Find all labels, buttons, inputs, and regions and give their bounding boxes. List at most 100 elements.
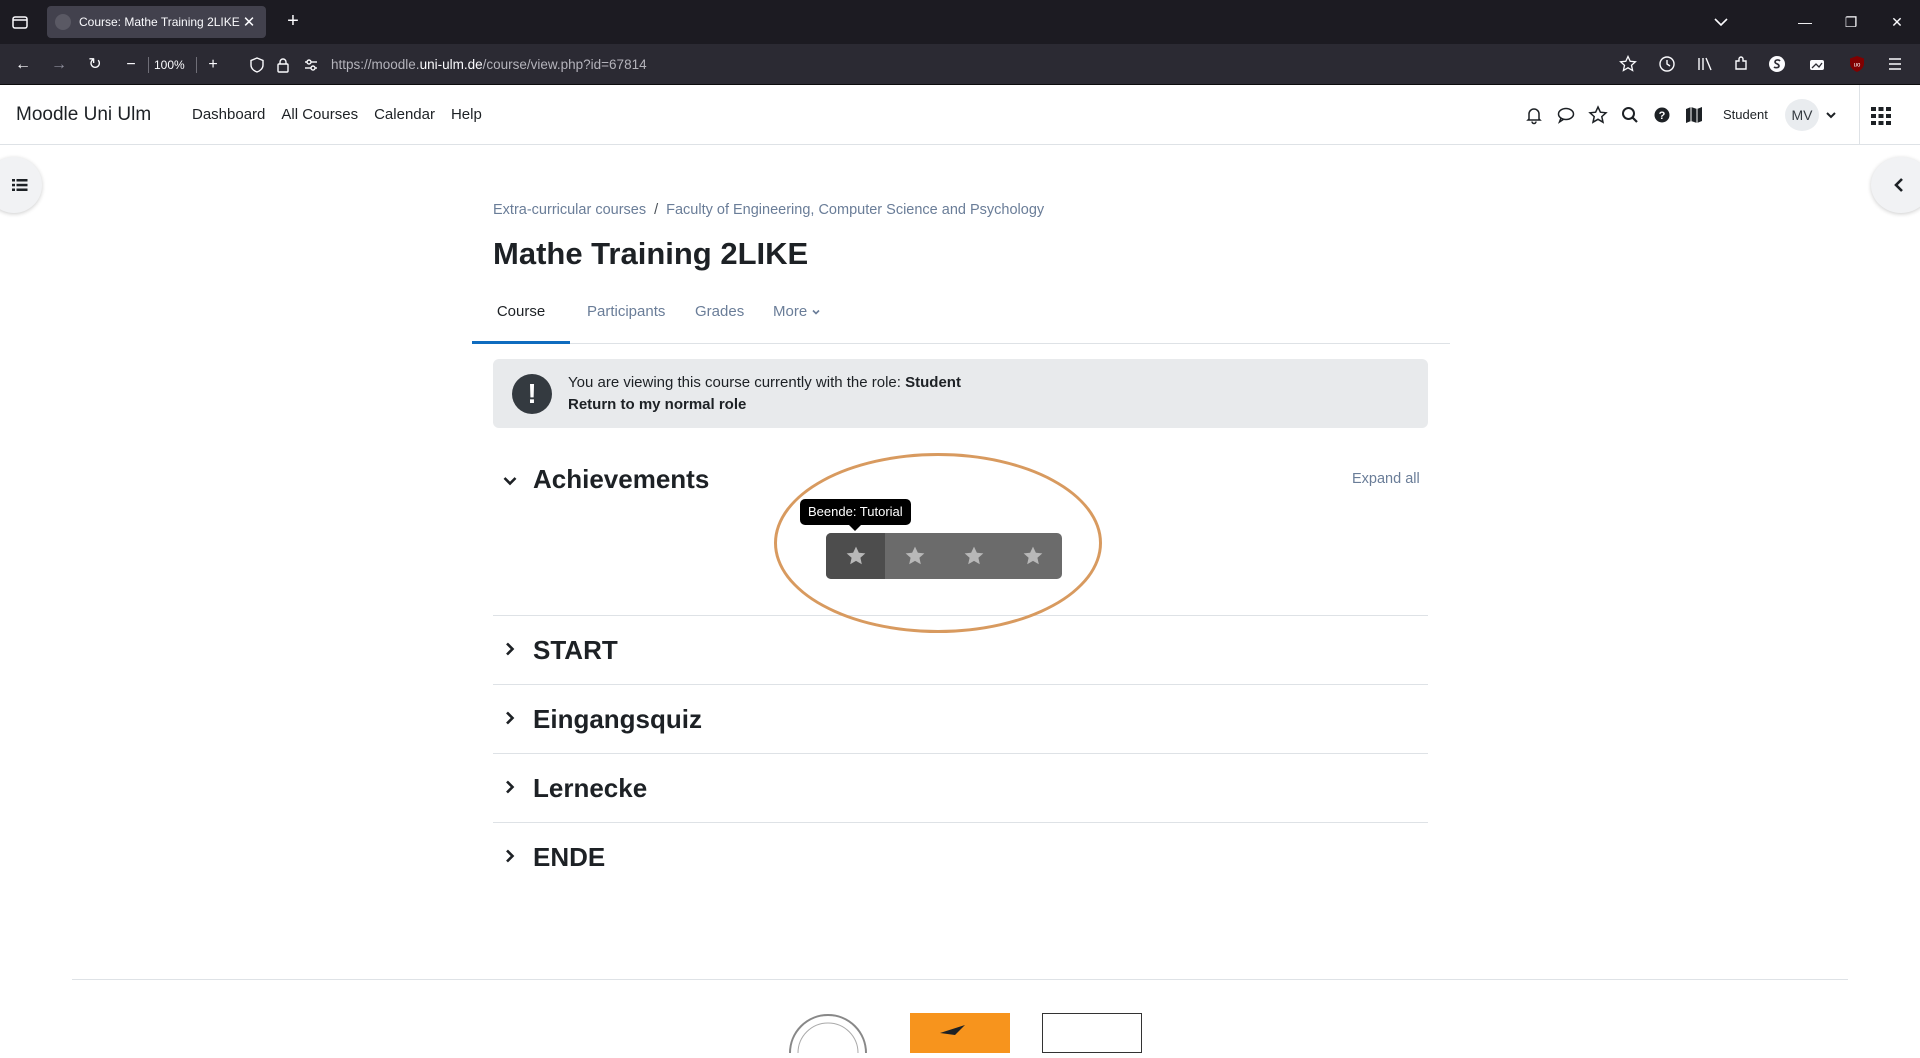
swoosh-icon <box>940 1025 965 1035</box>
reload-button[interactable]: ↻ <box>82 52 108 78</box>
expand-all-link[interactable]: Expand all <box>1352 471 1420 487</box>
bookmark-star-icon[interactable] <box>1619 55 1637 73</box>
star-icon <box>846 546 865 565</box>
partner-logo[interactable] <box>910 1013 1010 1053</box>
url-text[interactable]: https://moodle.uni-ulm.de/course/view.ph… <box>331 50 647 80</box>
restore-button[interactable]: ❐ <box>1836 10 1866 34</box>
chevron-right-icon[interactable] <box>502 848 518 864</box>
nav-calendar[interactable]: Calendar <box>366 85 443 145</box>
achievement-star-2[interactable] <box>885 533 944 579</box>
tab-course[interactable]: Course <box>472 296 570 344</box>
bell-icon[interactable] <box>1524 105 1544 125</box>
zoom-out-button[interactable]: − <box>118 52 144 78</box>
minimize-button[interactable]: — <box>1790 10 1820 34</box>
star-icon[interactable] <box>1588 105 1608 125</box>
menu-icon[interactable] <box>1886 55 1904 73</box>
lock-icon[interactable] <box>275 57 291 73</box>
nav-dashboard[interactable]: Dashboard <box>184 85 273 145</box>
chevron-right-icon[interactable] <box>502 779 518 795</box>
exclamation-icon: ! <box>512 374 552 414</box>
close-icon[interactable]: ✕ <box>240 13 258 31</box>
nav-help[interactable]: Help <box>443 85 490 145</box>
block-drawer-toggle[interactable] <box>1871 157 1920 213</box>
chevron-down-icon <box>812 309 820 315</box>
tab-more-label: More <box>773 303 808 320</box>
tab-participants[interactable]: Participants <box>587 296 665 344</box>
avatar[interactable]: MV <box>1785 99 1819 131</box>
url-path: /course/view.php?id=67814 <box>482 57 647 72</box>
library-icon[interactable] <box>1696 55 1714 73</box>
chevron-left-icon <box>1894 178 1903 192</box>
apps-grid-icon[interactable] <box>1871 107 1891 125</box>
tab-list-icon[interactable] <box>10 12 30 32</box>
tab-grades[interactable]: Grades <box>695 296 744 344</box>
section-lernecke: Lernecke <box>493 754 1428 823</box>
zoom-in-button[interactable]: + <box>200 52 226 78</box>
divider <box>1859 85 1860 145</box>
divider <box>148 57 149 73</box>
messages-icon[interactable] <box>1556 105 1576 125</box>
help-icon[interactable]: ? <box>1652 105 1672 125</box>
new-tab-button[interactable]: + <box>281 10 305 34</box>
history-icon[interactable] <box>1658 55 1676 73</box>
chevron-right-icon[interactable] <box>502 641 518 657</box>
role-alert: ! You are viewing this course currently … <box>493 359 1428 428</box>
chevron-down-icon[interactable] <box>1712 14 1730 30</box>
url-domain: uni-ulm.de <box>419 57 483 72</box>
extensions-icon[interactable] <box>1732 55 1750 73</box>
section-title[interactable]: Achievements <box>533 464 709 495</box>
footer-logo-box[interactable] <box>1042 1013 1142 1053</box>
achievement-star-4[interactable] <box>1003 533 1062 579</box>
achievement-star-1[interactable] <box>826 533 885 579</box>
ublock-icon[interactable]: uo <box>1848 55 1866 73</box>
tooltip-arrow <box>849 525 861 531</box>
chevron-right-icon[interactable] <box>502 710 518 726</box>
svg-text:uo: uo <box>1854 63 1861 69</box>
star-icon <box>1023 546 1042 565</box>
alert-prefix: You are viewing this course currently wi… <box>568 374 906 391</box>
browser-tab[interactable]: Course: Mathe Training 2LIKE | M ✕ <box>47 6 266 38</box>
nav-all-courses[interactable]: All Courses <box>273 85 366 145</box>
zoom-level[interactable]: 100% <box>154 52 185 78</box>
map-icon[interactable] <box>1684 105 1704 125</box>
star-icon <box>964 546 983 565</box>
divider <box>196 57 197 73</box>
chevron-down-icon[interactable] <box>502 473 518 489</box>
achievement-star-bar <box>826 533 1062 579</box>
page-title: Mathe Training 2LIKE <box>493 236 809 271</box>
section-title[interactable]: Lernecke <box>533 773 647 804</box>
course-secondary-nav: Course Participants Grades More <box>472 296 1450 344</box>
close-window-button[interactable]: ✕ <box>1882 10 1912 34</box>
breadcrumb-separator: / <box>654 202 659 218</box>
site-header: Moodle Uni Ulm Dashboard All Courses Cal… <box>0 85 1920 145</box>
return-normal-role-link[interactable]: Return to my normal role <box>568 396 746 413</box>
section-title[interactable]: START <box>533 635 618 666</box>
role-label: Student <box>1723 107 1768 122</box>
shield-icon[interactable] <box>249 57 265 73</box>
achievement-star-3[interactable] <box>944 533 1003 579</box>
section-eingangsquiz: Eingangsquiz <box>493 685 1428 754</box>
course-index-toggle[interactable] <box>0 157 42 213</box>
sync-icon[interactable] <box>1768 55 1786 73</box>
section-ende: ENDE <box>493 823 1428 892</box>
breadcrumb-item[interactable]: Faculty of Engineering, Computer Science… <box>666 202 1044 218</box>
permissions-icon[interactable] <box>303 57 319 73</box>
tab-more[interactable]: More <box>773 296 821 344</box>
alert-role: Student <box>905 374 961 391</box>
breadcrumb-item[interactable]: Extra-curricular courses <box>493 202 646 218</box>
section-title[interactable]: ENDE <box>533 842 605 873</box>
url-bar[interactable]: https://moodle.uni-ulm.de/course/view.ph… <box>244 50 1608 80</box>
list-icon <box>12 179 28 191</box>
search-icon[interactable] <box>1620 105 1640 125</box>
silver-member-badge-logo[interactable] <box>788 1013 868 1053</box>
section-start: START <box>493 616 1428 685</box>
section-title[interactable]: Eingangsquiz <box>533 704 702 735</box>
forward-button[interactable]: → <box>46 52 72 78</box>
screenshot-icon[interactable] <box>1808 55 1826 73</box>
site-brand[interactable]: Moodle Uni Ulm <box>16 85 151 145</box>
favicon-icon <box>55 14 71 30</box>
browser-toolbar: ← → ↻ − 100% + https://moodle.uni-ulm.de… <box>0 44 1920 85</box>
chevron-down-icon[interactable] <box>1824 105 1838 125</box>
back-button[interactable]: ← <box>10 52 36 78</box>
achievement-tooltip: Beende: Tutorial <box>800 499 911 525</box>
